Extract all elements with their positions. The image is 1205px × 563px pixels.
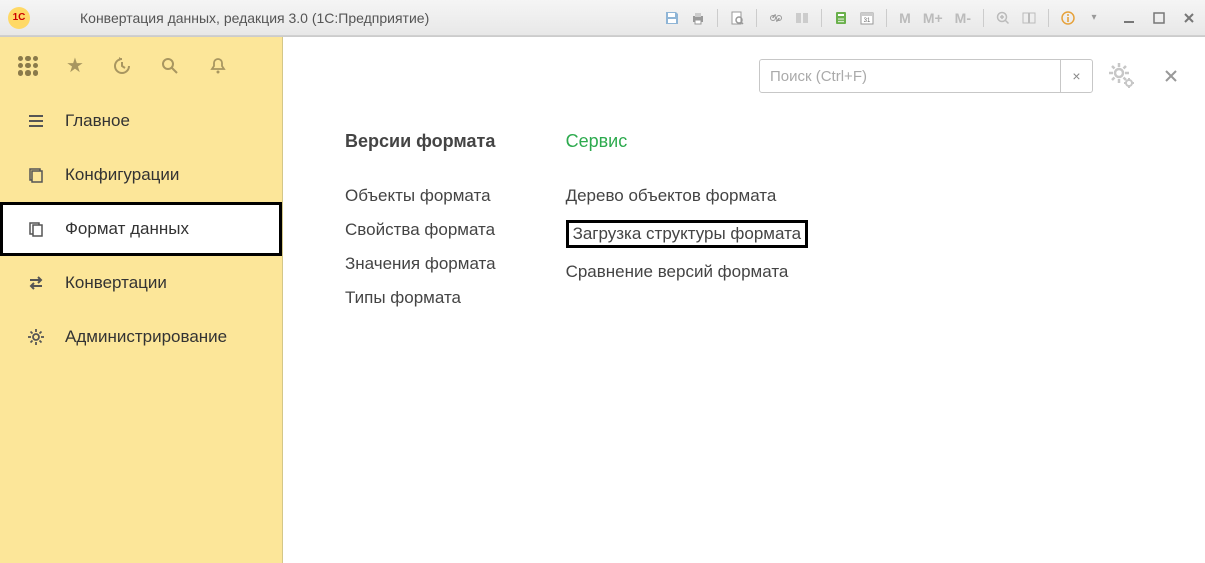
window-title: Конвертация данных, редакция 3.0 (1С:Пре… xyxy=(80,10,661,26)
main-toolbar: × xyxy=(309,59,1179,93)
link-load-structure[interactable]: Загрузка структуры формата xyxy=(573,224,802,243)
app-logo-icon: 1C xyxy=(8,7,30,29)
memory-m[interactable]: M xyxy=(895,10,915,26)
calculator-icon[interactable] xyxy=(830,7,852,29)
dropdown-icon[interactable]: ▾ xyxy=(1083,7,1105,29)
settings-gear-icon[interactable] xyxy=(1107,61,1137,91)
main-panel: × Версии формата Объекты формата Свойств… xyxy=(283,37,1205,563)
sidebar: ★ Главное Конфигурации xyxy=(0,37,283,563)
gear-icon xyxy=(25,328,47,346)
separator xyxy=(717,9,718,27)
sidebar-item-main[interactable]: Главное xyxy=(0,94,282,148)
sidebar-item-data-format[interactable]: Формат данных xyxy=(0,202,282,256)
zoom-icon[interactable] xyxy=(992,7,1014,29)
save-icon[interactable] xyxy=(661,7,683,29)
search-input[interactable] xyxy=(760,60,1060,92)
separator xyxy=(821,9,822,27)
sidebar-item-conversions[interactable]: Конвертации xyxy=(0,256,282,310)
link-compare-versions[interactable]: Сравнение версий формата xyxy=(566,262,789,282)
maximize-button[interactable] xyxy=(1151,10,1167,26)
star-icon[interactable]: ★ xyxy=(66,53,84,78)
calendar-icon[interactable]: 31 xyxy=(856,7,878,29)
info-icon[interactable] xyxy=(1057,7,1079,29)
content-columns: Версии формата Объекты формата Свойства … xyxy=(309,131,1179,322)
sidebar-item-label: Конфигурации xyxy=(65,165,179,185)
link-object-tree[interactable]: Дерево объектов формата xyxy=(566,186,777,206)
preview-icon[interactable] xyxy=(726,7,748,29)
search-box: × xyxy=(759,59,1093,93)
documents-icon xyxy=(25,220,47,238)
menu-lines-icon xyxy=(25,112,47,130)
sidebar-item-label: Формат данных xyxy=(65,219,189,239)
memory-mplus[interactable]: M+ xyxy=(919,10,947,26)
apps-icon[interactable] xyxy=(18,56,38,76)
link-format-properties[interactable]: Свойства формата xyxy=(345,220,495,240)
link-icon[interactable] xyxy=(765,7,787,29)
format-versions-heading: Версии формата xyxy=(345,131,496,152)
svg-text:31: 31 xyxy=(864,18,871,24)
sidebar-item-label: Главное xyxy=(65,111,130,131)
compare-icon[interactable] xyxy=(791,7,813,29)
memory-mminus[interactable]: M- xyxy=(951,10,975,26)
title-toolbar: 31 M M+ M- ▾ xyxy=(661,7,1105,29)
history-icon[interactable] xyxy=(112,56,132,76)
arrows-icon xyxy=(25,274,47,292)
close-button[interactable] xyxy=(1181,10,1197,26)
sidebar-item-configurations[interactable]: Конфигурации xyxy=(0,148,282,202)
title-bar: 1C Конвертация данных, редакция 3.0 (1С:… xyxy=(0,0,1205,36)
bell-icon[interactable] xyxy=(208,56,228,76)
separator xyxy=(756,9,757,27)
service-heading: Сервис xyxy=(566,131,809,152)
search-clear-button[interactable]: × xyxy=(1060,60,1092,92)
format-versions-column: Версии формата Объекты формата Свойства … xyxy=(345,131,496,322)
link-format-types[interactable]: Типы формата xyxy=(345,288,461,308)
panel-close-icon[interactable] xyxy=(1163,68,1179,84)
sidebar-item-label: Конвертации xyxy=(65,273,167,293)
sidebar-toolbar: ★ xyxy=(0,53,282,94)
separator xyxy=(1048,9,1049,27)
panels-icon[interactable] xyxy=(1018,7,1040,29)
minimize-button[interactable] xyxy=(1121,10,1137,26)
separator xyxy=(886,9,887,27)
service-column: Сервис Дерево объектов формата Загрузка … xyxy=(566,131,809,322)
print-icon[interactable] xyxy=(687,7,709,29)
separator xyxy=(983,9,984,27)
window-controls xyxy=(1121,10,1197,26)
stack-icon xyxy=(25,166,47,184)
link-load-structure-highlighted[interactable]: Загрузка структуры формата xyxy=(566,220,809,248)
sidebar-item-label: Администрирование xyxy=(65,327,227,347)
sidebar-item-administration[interactable]: Администрирование xyxy=(0,310,282,364)
search-icon[interactable] xyxy=(160,56,180,76)
link-format-objects[interactable]: Объекты формата xyxy=(345,186,491,206)
link-format-values[interactable]: Значения формата xyxy=(345,254,496,274)
